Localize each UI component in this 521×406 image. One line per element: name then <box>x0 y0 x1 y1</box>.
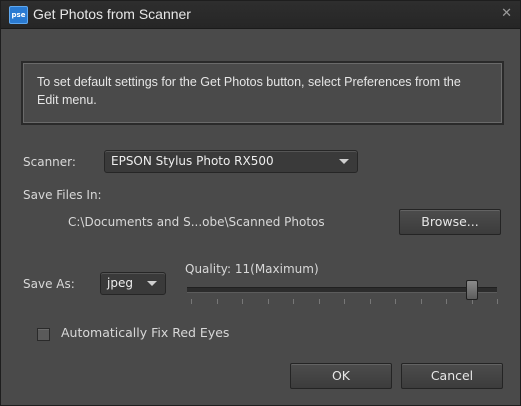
save-as-selected: jpeg <box>107 276 133 290</box>
slider-tick <box>446 299 447 304</box>
chevron-down-icon <box>339 159 349 164</box>
info-text: To set default settings for the Get Phot… <box>37 75 461 107</box>
title-bar: pse Get Photos from Scanner ✕ <box>1 1 520 29</box>
red-eye-checkbox[interactable] <box>37 328 50 341</box>
app-icon: pse <box>9 6 28 24</box>
save-as-dropdown[interactable]: jpeg <box>100 272 166 295</box>
save-as-label: Save As: <box>23 277 75 291</box>
slider-tick <box>242 299 243 304</box>
window-title: Get Photos from Scanner <box>33 6 191 22</box>
get-photos-dialog: pse Get Photos from Scanner ✕ To set def… <box>0 0 521 406</box>
scanner-dropdown[interactable]: EPSON Stylus Photo RX500 <box>104 150 358 173</box>
quality-slider-thumb[interactable] <box>466 280 478 300</box>
slider-tick <box>497 299 498 304</box>
red-eye-label: Automatically Fix Red Eyes <box>61 325 230 340</box>
scanner-selected: EPSON Stylus Photo RX500 <box>111 154 274 168</box>
save-path: C:\Documents and S...obe\Scanned Photos <box>68 215 325 229</box>
slider-tick <box>319 299 320 304</box>
close-icon[interactable]: ✕ <box>501 6 512 21</box>
save-files-in-label: Save Files In: <box>23 188 102 202</box>
info-box: To set default settings for the Get Phot… <box>21 61 504 125</box>
slider-tick <box>344 299 345 304</box>
slider-tick <box>268 299 269 304</box>
scanner-label: Scanner: <box>23 155 76 169</box>
cancel-button[interactable]: Cancel <box>401 363 503 389</box>
browse-button[interactable]: Browse... <box>399 209 501 235</box>
ok-button[interactable]: OK <box>290 363 392 389</box>
slider-tick <box>191 299 192 304</box>
quality-slider-track[interactable] <box>187 287 497 293</box>
slider-tick <box>217 299 218 304</box>
slider-tick <box>370 299 371 304</box>
slider-tick <box>395 299 396 304</box>
slider-tick <box>421 299 422 304</box>
chevron-down-icon <box>147 281 157 286</box>
slider-tick <box>293 299 294 304</box>
quality-label: Quality: 11(Maximum) <box>185 262 319 276</box>
